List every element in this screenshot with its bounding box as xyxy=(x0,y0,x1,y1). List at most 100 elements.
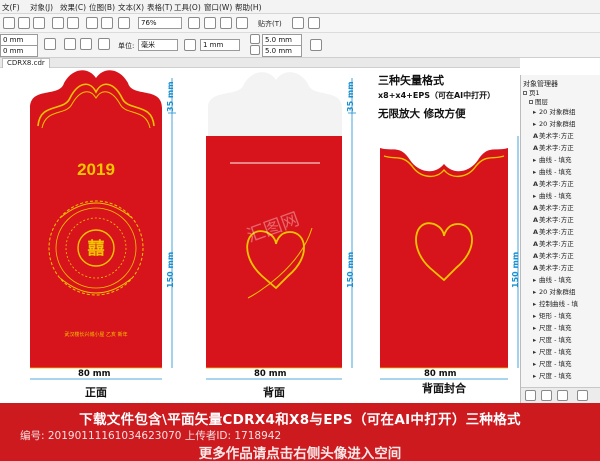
mirror-vertical-icon[interactable] xyxy=(80,38,92,50)
object-manager-title: 对象管理器 xyxy=(523,80,558,88)
object-list-item[interactable]: ▸ 曲线 - 填充 xyxy=(523,192,600,201)
menu-table[interactable]: 表格(T) xyxy=(147,2,172,13)
object-list-item[interactable]: ▸ 曲线 - 填充 xyxy=(523,156,600,165)
nudge-field[interactable]: 1 mm xyxy=(200,39,240,51)
object-list-item[interactable]: A美术字:方正 xyxy=(523,228,600,237)
object-list-item[interactable]: A美术字:方正 xyxy=(523,132,600,141)
front-top-height: 35 mm xyxy=(166,81,175,112)
object-list-item[interactable]: ▸ 尺度 - 填充 xyxy=(523,324,600,333)
page-portrait-icon[interactable] xyxy=(98,38,110,50)
object-list-item-label: 曲线 - 填充 xyxy=(539,276,572,284)
front-width: 80 mm xyxy=(78,369,111,379)
drawing-canvas[interactable]: 2019 武汉楼长兴城小屋 乙亥 新年 囍 汇图网 35 mm 150 mm 3… xyxy=(0,68,520,403)
front-center-glyph: 囍 xyxy=(88,239,105,259)
object-list-item[interactable]: ▸ 曲线 - 填充 xyxy=(523,276,600,285)
front-year: 2019 xyxy=(77,160,115,179)
object-list-item[interactable]: ▸ 控制曲线 - 填 xyxy=(523,300,600,309)
duplicate-y-field[interactable]: 5.0 mm xyxy=(262,45,302,57)
object-list-item-label: 美术字:方正 xyxy=(539,252,574,260)
object-list-item[interactable]: ▸ 20 对象群组 xyxy=(523,120,600,129)
object-list-item[interactable]: A美术字:方正 xyxy=(523,264,600,273)
new-layer-icon[interactable] xyxy=(525,390,536,401)
launch-icon[interactable] xyxy=(308,17,320,29)
object-list-item[interactable]: ▸ 曲线 - 填充 xyxy=(523,168,600,177)
menu-tools[interactable]: 工具(O) xyxy=(174,2,201,13)
page-icon[interactable] xyxy=(310,39,322,51)
object-list-item[interactable]: A美术字:方正 xyxy=(523,180,600,189)
layer-manager-icon[interactable] xyxy=(557,390,568,401)
standard-toolbar: 76% 贴齐(T) xyxy=(0,14,600,33)
nudge-icon xyxy=(184,39,196,51)
zoom-field[interactable]: 76% xyxy=(138,17,182,29)
object-list-item-label: 矩形 - 填充 xyxy=(539,312,572,320)
object-manager-panel: 对象管理器 页1 图层 ▸ 20 对象群组 ▸ 20 对象群组 A美术字:方正 A美术字:… xyxy=(520,75,600,403)
menu-text[interactable]: 文本(X) xyxy=(118,2,144,13)
snap-label[interactable]: 贴齐(T) xyxy=(258,19,282,29)
object-manager-footer xyxy=(521,387,600,403)
object-list-item-label: 曲线 - 填充 xyxy=(539,168,572,176)
menu-bar: 文(F) 对象(J) 效果(C) 位图(B) 文本(X) 表格(T) 工具(O)… xyxy=(0,0,600,14)
object-list-item[interactable]: A美术字:方正 xyxy=(523,204,600,213)
page-node[interactable]: 页1 xyxy=(523,89,600,98)
object-list-item-label: 美术字:方正 xyxy=(539,180,574,188)
menu-file[interactable]: 文(F) xyxy=(2,2,20,13)
menu-effects[interactable]: 效果(C) xyxy=(60,2,86,13)
options-icon[interactable] xyxy=(292,17,304,29)
open-icon[interactable] xyxy=(18,17,30,29)
front-height: 150 mm xyxy=(166,251,175,288)
object-list-item[interactable]: ▸ 矩形 - 填充 xyxy=(523,312,600,321)
object-list-item[interactable]: ▸ 尺度 - 填充 xyxy=(523,348,600,357)
front-envelope xyxy=(30,70,162,369)
y-position-field[interactable]: 0 mm xyxy=(0,45,38,57)
back-top-height: 35 mm xyxy=(346,81,355,112)
document-tab[interactable]: CDRX8.cdr xyxy=(2,58,50,68)
object-list-item-label: 尺度 - 填充 xyxy=(539,324,572,332)
object-list-item[interactable]: ▸ 20 对象群组 xyxy=(523,108,600,117)
redo-icon[interactable] xyxy=(67,17,79,29)
object-list-item[interactable]: ▸ 尺度 - 填充 xyxy=(523,336,600,345)
menu-object[interactable]: 对象(J) xyxy=(30,2,53,13)
object-list-item[interactable]: A美术字:方正 xyxy=(523,240,600,249)
guidelines-icon[interactable] xyxy=(236,17,248,29)
object-list-item[interactable]: A美术字:方正 xyxy=(523,216,600,225)
new-icon[interactable] xyxy=(3,17,15,29)
object-list-item-label: 尺度 - 填充 xyxy=(539,336,572,344)
notes-line-1: 三种矢量格式 xyxy=(378,74,444,87)
layer-node-icon xyxy=(529,100,533,104)
object-list-item[interactable]: A美术字:方正 xyxy=(523,144,600,153)
undo-icon[interactable] xyxy=(52,17,64,29)
object-list-item-label: 尺度 - 填充 xyxy=(539,348,572,356)
sealed-height: 150 mm xyxy=(511,251,520,288)
export-icon[interactable] xyxy=(101,17,113,29)
menu-bitmaps[interactable]: 位图(B) xyxy=(89,2,115,13)
unit-label: 单位: xyxy=(118,42,135,50)
save-icon[interactable] xyxy=(33,17,45,29)
object-list-item[interactable]: ▸ 尺度 - 填充 xyxy=(523,360,600,369)
layer-node[interactable]: 图层 xyxy=(523,98,600,107)
banner-line-1: 下载文件包含\平面矢量CDRX4和X8与EPS（可在AI中打开）三种格式 xyxy=(79,412,521,428)
object-list-item-label: 美术字:方正 xyxy=(539,132,574,140)
delete-icon[interactable] xyxy=(577,390,588,401)
new-master-layer-icon[interactable] xyxy=(541,390,552,401)
object-list-item-label: 控制曲线 - 填 xyxy=(539,300,578,308)
banner-line-2: 编号: 20190111161034623070 上传者ID: 1718942 xyxy=(20,430,282,442)
rotate-icon[interactable] xyxy=(44,38,56,50)
menu-help[interactable]: 帮助(H) xyxy=(235,2,262,13)
mirror-horizontal-icon[interactable] xyxy=(64,38,76,50)
fullscreen-icon[interactable] xyxy=(188,17,200,29)
object-list-item[interactable]: A美术字:方正 xyxy=(523,252,600,261)
menu-window[interactable]: 窗口(W) xyxy=(204,2,232,13)
front-caption: 正面 xyxy=(85,386,107,399)
import-icon[interactable] xyxy=(86,17,98,29)
promo-banner: 下载文件包含\平面矢量CDRX4和X8与EPS（可在AI中打开）三种格式 编号:… xyxy=(0,403,600,461)
rulers-icon[interactable] xyxy=(220,17,232,29)
back-caption: 背面 xyxy=(263,386,285,399)
object-list-item[interactable]: ▸ 20 对象群组 xyxy=(523,288,600,297)
grid-icon[interactable] xyxy=(204,17,216,29)
back-height: 150 mm xyxy=(346,251,355,288)
publish-icon[interactable] xyxy=(118,17,130,29)
unit-select[interactable]: 毫米 xyxy=(138,39,178,51)
object-list-item[interactable]: ▸ 尺度 - 填充 xyxy=(523,372,600,381)
object-list-item-label: 曲线 - 填充 xyxy=(539,192,572,200)
object-list-item-label: 20 对象群组 xyxy=(539,120,576,128)
